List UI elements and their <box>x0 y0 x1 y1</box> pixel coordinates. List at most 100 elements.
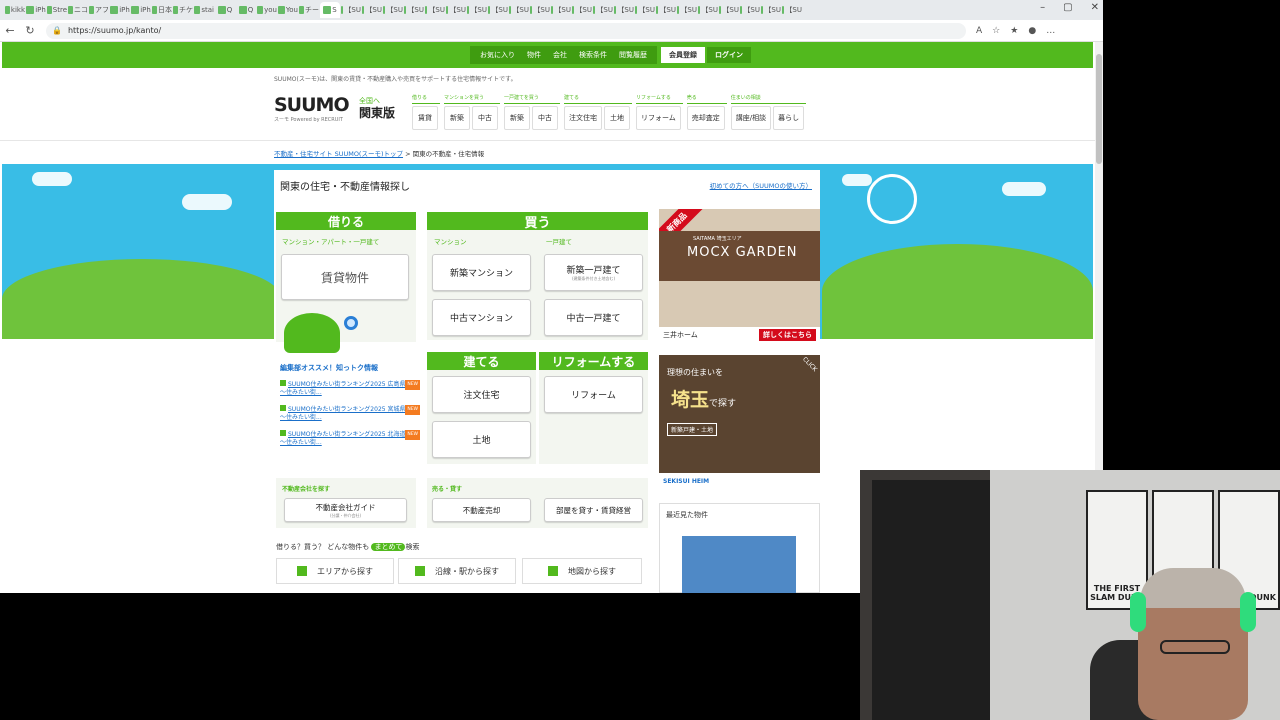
browser-tab[interactable]: 【SU <box>761 2 781 18</box>
rent-property-button[interactable]: 賃貸物件 <box>281 254 409 300</box>
nav-item[interactable]: 土地 <box>604 106 630 130</box>
browser-tab[interactable]: 【SU <box>572 2 592 18</box>
nav-properties[interactable]: 物件 <box>527 50 541 60</box>
browser-tab[interactable]: you <box>257 2 277 18</box>
nav-item[interactable]: 講座/相談 <box>730 106 772 130</box>
maximize-button[interactable]: ▢ <box>1063 2 1072 13</box>
browser-tab[interactable]: 【SU <box>509 2 529 18</box>
sekisui-heim-ad[interactable]: CLICK 理想の住まいを 埼玉で探す 新築戸建・土地 SEKISUI HEIM <box>659 355 820 489</box>
browser-tab[interactable]: 【SU <box>656 2 676 18</box>
ad-cta[interactable]: 詳しくはこちら <box>759 329 816 341</box>
nav-item[interactable]: 新築 <box>444 106 470 130</box>
more-icon[interactable]: … <box>1046 26 1055 36</box>
browser-tab[interactable]: 【SU <box>446 2 466 18</box>
tab-label: 【SU <box>407 6 424 14</box>
browser-tab[interactable]: stai <box>194 2 214 18</box>
browser-tab[interactable]: 【SU <box>404 2 424 18</box>
nav-history[interactable]: 閲覧履歴 <box>619 50 647 60</box>
read-aloud-icon[interactable]: A <box>976 26 982 36</box>
nav-item[interactable]: 注文住宅 <box>564 106 602 130</box>
custom-home-button[interactable]: 注文住宅 <box>432 376 531 413</box>
browser-tab[interactable]: 【SU <box>467 2 487 18</box>
browser-tab[interactable]: 【SU <box>635 2 655 18</box>
favorite-star-icon[interactable]: ☆ <box>992 26 1000 36</box>
browser-tab[interactable]: Q <box>215 2 235 18</box>
browser-tab[interactable]: iPh <box>110 2 130 18</box>
news-item[interactable]: SUUMO住みたい街ランキング2025 広島県版 ～住みたい街... NEW <box>280 380 420 397</box>
browser-tab[interactable]: ニコ <box>68 2 88 18</box>
recent-property-image[interactable] <box>682 536 796 593</box>
nav-item[interactable]: 売却査定 <box>686 106 725 130</box>
search-by-area-button[interactable]: エリアから探す <box>276 558 394 584</box>
company-guide-button[interactable]: 不動産会社ガイド (分譲・仲介会社) <box>284 498 407 522</box>
browser-tab[interactable]: 【SU <box>383 2 403 18</box>
nav-saved-searches[interactable]: 検索条件 <box>579 50 607 60</box>
browser-tab[interactable]: Stre <box>47 2 67 18</box>
breadcrumb-top-link[interactable]: 不動産・住宅サイト SUUMO(スーモ)トップ <box>274 150 403 158</box>
search-by-line-button[interactable]: 沿線・駅から探す <box>398 558 516 584</box>
register-button[interactable]: 会員登録 <box>661 47 705 63</box>
reform-button[interactable]: リフォーム <box>544 376 643 413</box>
nav-item[interactable]: 賃貸 <box>412 106 438 130</box>
browser-tab[interactable]: Q <box>236 2 256 18</box>
nav-item[interactable]: 暮らし <box>773 106 805 130</box>
browser-tab[interactable]: 【SU <box>362 2 382 18</box>
browser-tab[interactable]: 【SU <box>425 2 445 18</box>
rent-out-button[interactable]: 部屋を貸す・賃貸経営 <box>544 498 643 522</box>
browser-tab[interactable]: 【SU <box>614 2 634 18</box>
nav-item[interactable]: 中古 <box>532 106 558 130</box>
land-button[interactable]: 土地 <box>432 421 531 458</box>
news-item[interactable]: SUUMO住みたい街ランキング2025 宮城県版 ～住みたい街... NEW <box>280 405 420 422</box>
sell-property-button[interactable]: 不動産売却 <box>432 498 531 522</box>
new-house-button[interactable]: 新築一戸建て (建築条件付き土地含む) <box>544 254 643 291</box>
news-item[interactable]: SUUMO住みたい街ランキング2025 北海道版 ～住みたい街... NEW <box>280 430 420 447</box>
browser-tab[interactable]: S <box>320 2 340 18</box>
tab-label: ニコ <box>74 6 88 14</box>
browser-tab[interactable]: 【SU <box>530 2 550 18</box>
browser-tab[interactable]: 【SU <box>782 2 802 18</box>
browser-tab[interactable]: 【SU <box>593 2 613 18</box>
browser-tab[interactable]: iPh <box>26 2 46 18</box>
browser-tab[interactable]: チー <box>299 2 319 18</box>
webcam-overlay: THE FIRST SLAM DUNK SLAM DUNK <box>860 470 1280 720</box>
map-icon <box>548 566 558 576</box>
used-house-button[interactable]: 中古一戸建て <box>544 299 643 336</box>
browser-tab[interactable]: 【SU <box>488 2 508 18</box>
reload-icon[interactable]: ↻ <box>20 24 40 37</box>
minimize-button[interactable]: – <box>1040 2 1045 13</box>
profile-icon[interactable]: ● <box>1028 26 1036 36</box>
browser-tab[interactable]: チケ <box>173 2 193 18</box>
browser-tab[interactable]: 【SU <box>719 2 739 18</box>
suumo-logo[interactable]: SUUMO <box>274 94 350 116</box>
scroll-thumb[interactable] <box>1096 54 1102 164</box>
search-by-map-button[interactable]: 地図から探す <box>522 558 642 584</box>
nav-item[interactable]: 中古 <box>472 106 498 130</box>
new-mansion-button[interactable]: 新築マンション <box>432 254 531 291</box>
browser-tab[interactable]: アフ <box>89 2 109 18</box>
favorites-icon[interactable]: ★ <box>1010 26 1018 36</box>
browser-tab[interactable]: iPh <box>131 2 151 18</box>
nav-group-label: 売る <box>686 94 727 104</box>
browser-tab[interactable]: 【SU <box>677 2 697 18</box>
close-window-button[interactable]: ✕ <box>1091 2 1099 13</box>
back-icon[interactable]: ← <box>0 24 20 37</box>
browser-tab[interactable]: 【SU <box>698 2 718 18</box>
tab-bar: kikk iPh Stre ニコ アフ iPh iPh 日本 チケ stai Q Qyou You チー S… <box>0 0 1103 20</box>
login-button[interactable]: ログイン <box>707 47 751 63</box>
browser-tab[interactable]: You <box>278 2 298 18</box>
used-mansion-button[interactable]: 中古マンション <box>432 299 531 336</box>
nav-group-label: 住まいの相談 <box>730 94 807 104</box>
browser-tab[interactable]: 日本 <box>152 2 172 18</box>
help-link[interactable]: 初めての方へ（SUUMOの使い方） <box>710 180 812 190</box>
browser-tab[interactable]: 【SU <box>341 2 361 18</box>
browser-tab[interactable]: 【SU <box>551 2 571 18</box>
nav-item[interactable]: リフォーム <box>636 106 681 130</box>
url-text: https://suumo.jp/kanto/ <box>67 26 162 35</box>
url-field[interactable]: 🔒 https://suumo.jp/kanto/ <box>46 22 966 39</box>
nav-companies[interactable]: 会社 <box>553 50 567 60</box>
mitsui-home-ad[interactable]: 新商品 SAITAMA 埼玉エリア MOCX GARDEN 三井ホーム 詳しくはこ… <box>659 209 820 343</box>
browser-tab[interactable]: 【SU <box>740 2 760 18</box>
nav-favorites[interactable]: お気に入り <box>480 50 515 60</box>
nav-item[interactable]: 新築 <box>504 106 530 130</box>
browser-tab[interactable]: kikk <box>5 2 25 18</box>
